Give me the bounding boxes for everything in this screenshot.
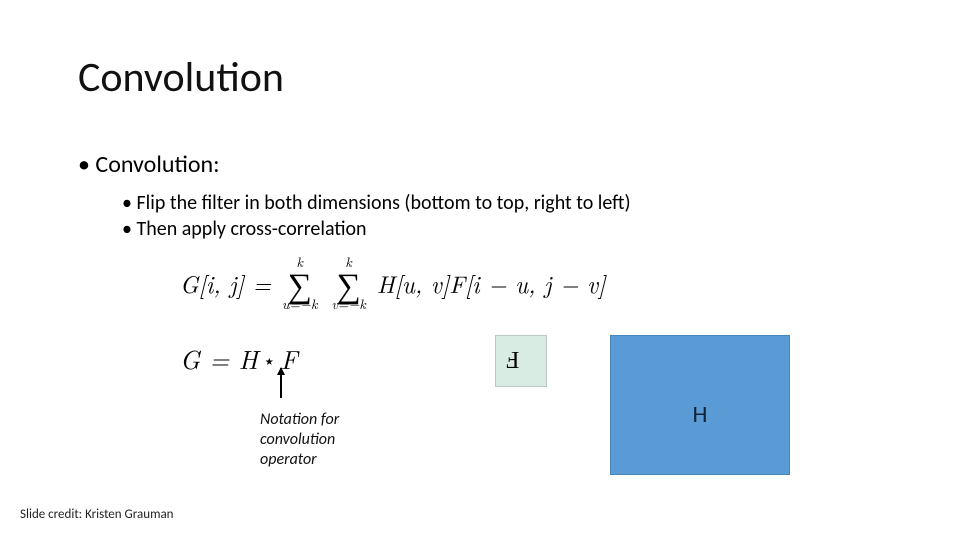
- arrow-icon: [280, 368, 282, 398]
- eq1-lhs: G[i, j] =: [180, 266, 271, 300]
- sigma-icon: ∑: [331, 269, 365, 297]
- sum-v: k ∑ v=−k: [331, 255, 365, 311]
- sum-u-bot: u=−k: [282, 297, 317, 311]
- slide-credit: Slide credit: Kristen Grauman: [20, 507, 174, 522]
- sum-v-bot: v=−k: [331, 297, 365, 311]
- flipped-f-label: F: [506, 345, 519, 372]
- bullet-level1: Convolution:: [78, 150, 220, 179]
- equation-1: G[i, j] = k ∑ u=−k k ∑ v=−k H[u, v]F[i −…: [180, 255, 660, 311]
- annotation-line-3: operator: [260, 450, 339, 470]
- sub-bullet-list: Flip the filter in both dimensions (bott…: [122, 190, 631, 242]
- sigma-icon: ∑: [282, 269, 317, 297]
- slide-title: Convolution: [78, 52, 284, 103]
- filter-box-f: [495, 335, 547, 387]
- slide: Convolution Convolution: Flip the filter…: [0, 0, 960, 540]
- annotation-line-1: Notation for: [260, 410, 339, 430]
- sub-bullet-1: Flip the filter in both dimensions (bott…: [122, 190, 631, 216]
- image-box-h: H: [610, 335, 790, 475]
- eq1-lhs-text: G[i, j] =: [180, 266, 271, 300]
- eq1-rhs: H[u, v]F[i − u, j − v]: [377, 266, 606, 300]
- annotation-line-2: convolution: [260, 430, 339, 450]
- eq2-lhs: G = H: [180, 340, 258, 377]
- sum-u: k ∑ u=−k: [282, 255, 317, 311]
- sub-bullet-2: Then apply cross-correlation: [122, 216, 631, 242]
- operator-annotation: Notation for convolution operator: [260, 410, 339, 470]
- image-box-h-label: H: [693, 400, 708, 429]
